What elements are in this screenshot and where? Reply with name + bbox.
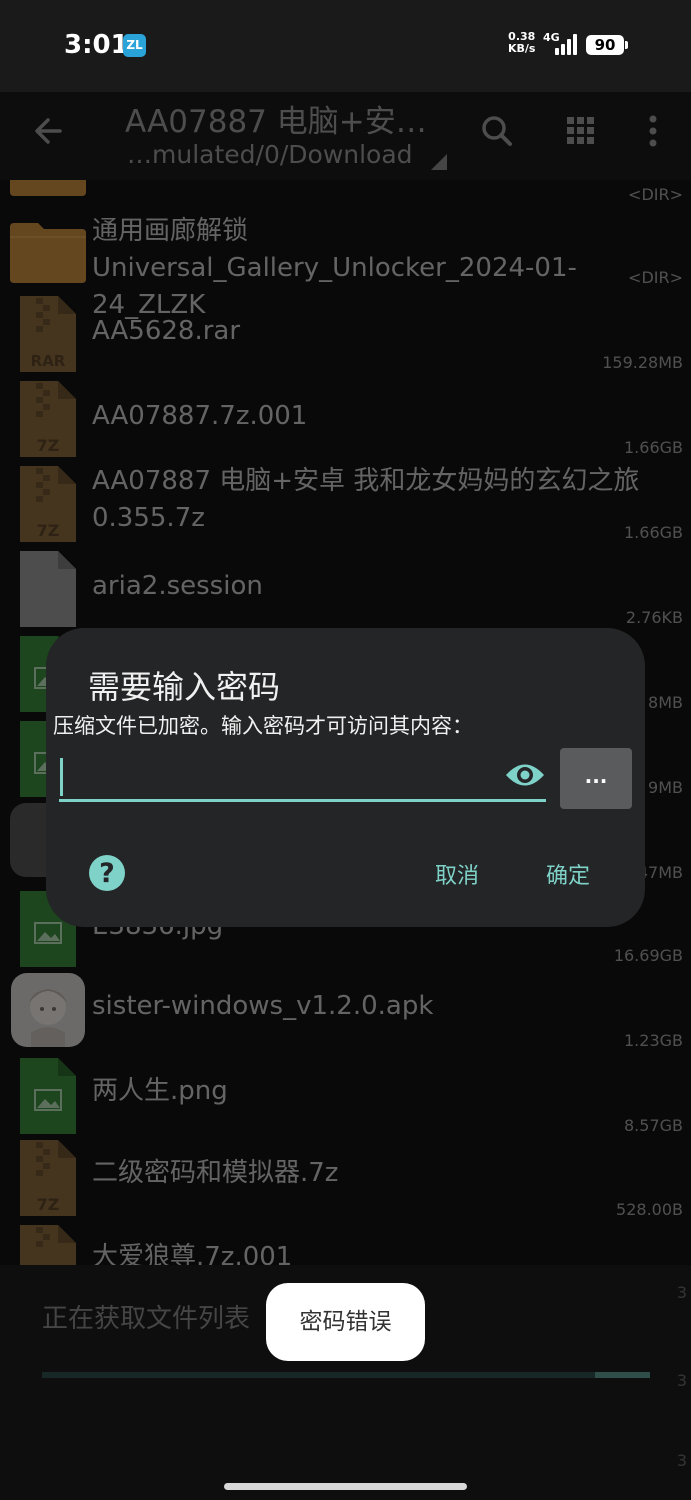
error-toast: 密码错误 — [266, 1283, 425, 1361]
text-cursor — [60, 758, 63, 796]
ok-button[interactable]: 确定 — [546, 858, 590, 890]
home-indicator[interactable] — [224, 1483, 467, 1490]
dialog-title: 需要输入密码 — [88, 668, 281, 706]
signal-icon — [550, 33, 580, 55]
status-bar: 3:01 ZL 0.38 KB/s 4G 90 — [0, 0, 691, 92]
help-icon[interactable]: ? — [89, 855, 125, 891]
browse-button[interactable]: ... — [560, 748, 632, 809]
net-speed: 0.38 KB/s — [508, 31, 535, 55]
battery-icon: 90 — [586, 35, 628, 55]
password-input[interactable] — [59, 750, 546, 802]
status-time: 3:01 — [64, 30, 129, 60]
app-notification-icon: ZL — [123, 34, 146, 57]
show-password-eye-icon[interactable] — [504, 758, 546, 792]
dialog-message: 压缩文件已加密。输入密码才可访问其内容： — [53, 714, 473, 738]
password-dialog: 需要输入密码 压缩文件已加密。输入密码才可访问其内容： ... ? 取消 确定 — [46, 628, 645, 927]
net-speed-unit: KB/s — [508, 42, 536, 55]
cancel-button[interactable]: 取消 — [435, 858, 479, 890]
